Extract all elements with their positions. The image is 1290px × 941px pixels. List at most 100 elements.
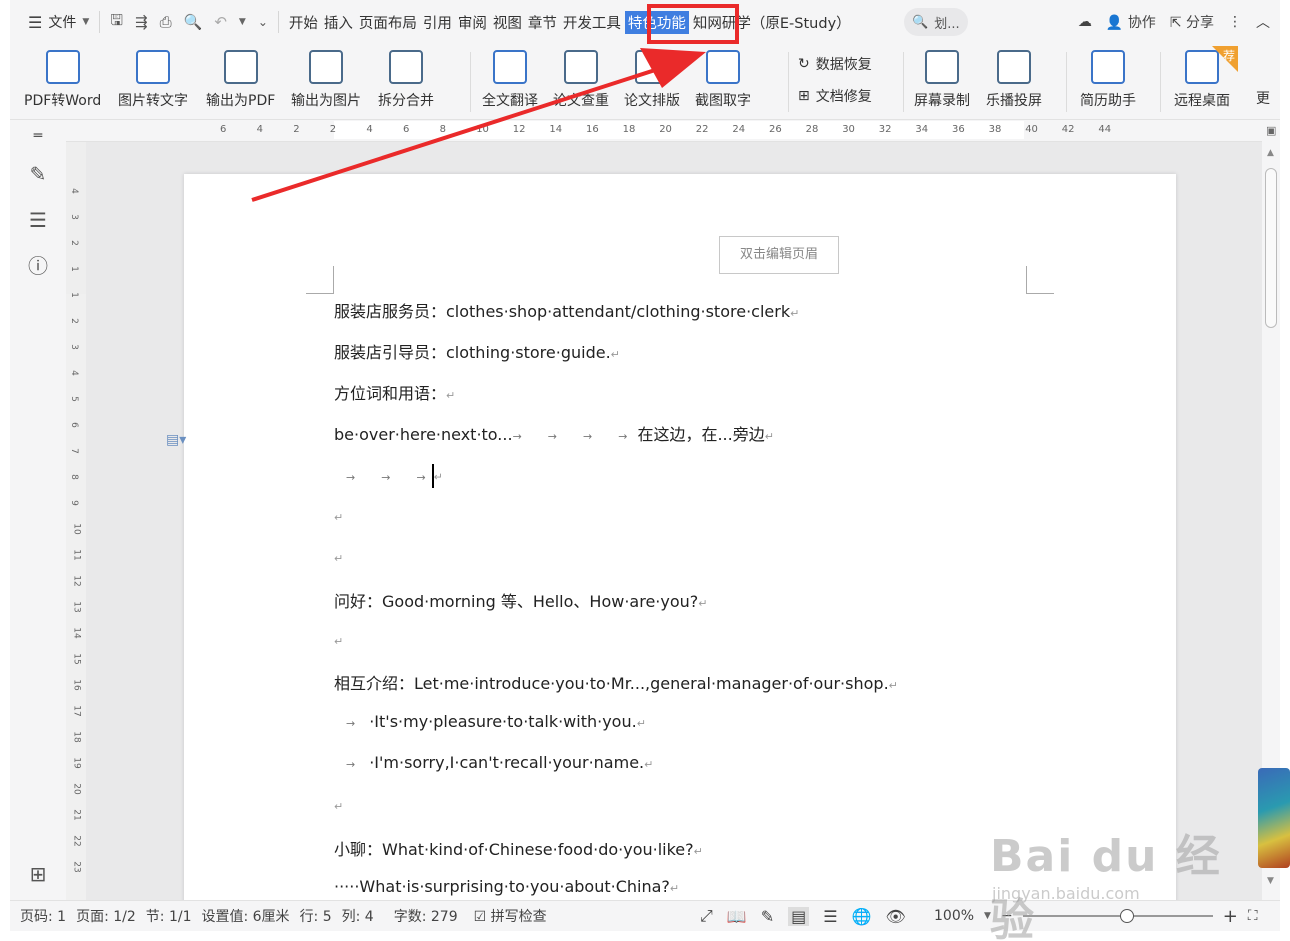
doc-line[interactable]: ·····What·is·surprising·to·you·about·Chi… (334, 877, 679, 896)
setting-value[interactable]: 设置值: 6厘米 (201, 906, 289, 926)
image-to-text-button[interactable]: 图片转文字 (118, 50, 188, 110)
col-info[interactable]: 列: 4 (342, 906, 374, 926)
export-image-label: 输出为图片 (291, 93, 361, 109)
doc-line[interactable]: 服装店服务员：clothes·shop·attendant/clothing·s… (334, 298, 799, 322)
doc-line[interactable]: be·over·here·next·to...→ → → → 在这边，在...旁边↵ (334, 421, 774, 445)
customize-icon[interactable]: ⌄ (258, 15, 268, 29)
help-icon[interactable]: ⓘ (26, 254, 50, 278)
doc-line-current[interactable]: → → → ↵ (346, 464, 443, 488)
horizontal-ruler[interactable]: 6 4 2 2 4 6 8 10 12 14 16 18 20 22 24 26 28 30 32 34 36 38 40 4… (66, 120, 1262, 142)
print-icon[interactable]: ⎙ (160, 13, 172, 31)
paragraph-mark: ↵ (888, 679, 898, 692)
resume-button[interactable]: 简历助手 (1080, 50, 1136, 110)
translate-button[interactable]: 全文翻译 (482, 50, 538, 110)
print-preview-icon[interactable]: 🔍 (184, 13, 203, 31)
split-merge-button[interactable]: 拆分合并 (378, 50, 434, 110)
vertical-ruler[interactable]: 4 3 2 1 1 2 3 4 5 6 7 8 9 10 11 12 13 14 15 16 17 18 19 20 21 22 2… (66, 142, 86, 900)
doc-line[interactable]: ↵ (334, 630, 343, 649)
undo-dropdown-icon[interactable]: ▼ (239, 17, 246, 27)
thesis-format-icon (635, 50, 669, 84)
doc-repair-button[interactable]: ⊞ 文档修复 (798, 86, 872, 106)
scroll-down-icon[interactable]: ▼ (1267, 876, 1274, 886)
tab-6[interactable]: 章节 (526, 12, 559, 33)
page-code[interactable]: 页码: 1 (20, 906, 66, 926)
apps-grid-icon[interactable]: ⊞ (26, 862, 50, 886)
doc-line[interactable]: → ·It's·my·pleasure·to·talk·with·you.↵ (346, 712, 646, 731)
pen-icon[interactable]: ✎ (26, 162, 50, 186)
page-view-icon[interactable]: ▤ (788, 906, 810, 926)
ruler-tick: 2 (293, 124, 300, 135)
thesis-format-button[interactable]: 论文排版 (624, 50, 680, 110)
plagiarism-check-button[interactable]: 论文查重 (553, 50, 609, 110)
doc-line[interactable]: 方位词和用语：↵ (334, 380, 455, 404)
zoom-level[interactable]: 100% (934, 908, 974, 924)
export-pdf-label: 输出为PDF (206, 93, 276, 109)
doc-line[interactable]: → ·I'm·sorry,I·can't·recall·your·name.↵ (346, 753, 653, 772)
edit-header-hint[interactable]: 双击编辑页眉 (719, 236, 839, 274)
doc-line[interactable]: ↵ (334, 506, 343, 525)
screen-record-button[interactable]: 屏幕录制 (914, 50, 970, 110)
section-info[interactable]: 节: 1/1 (146, 906, 192, 926)
ruler-tick: 22 (71, 835, 82, 847)
pdf-to-word-button[interactable]: PDF转Word (24, 50, 101, 110)
tab-5[interactable]: 视图 (491, 12, 524, 33)
tab-2[interactable]: 页面布局 (357, 12, 419, 33)
save-icon[interactable]: 🖫 (110, 10, 123, 35)
doc-line[interactable]: 小聊：What·kind·of·Chinese·food·do·you·like… (334, 836, 703, 860)
undo-icon[interactable]: ↶ (214, 13, 227, 31)
doc-line[interactable]: ↵ (334, 795, 343, 814)
document-page[interactable]: 双击编辑页眉 服装店服务员：clothes·shop·attendant/clo… (184, 174, 1176, 900)
word-count[interactable]: 字数: 279 (394, 906, 458, 926)
export-icon[interactable]: ⇶ (135, 13, 148, 31)
collaborate-button[interactable]: 👤 协作 (1106, 12, 1156, 32)
doc-line-text: 问好：Good·morning 等、Hello、How·are·you? (334, 592, 699, 611)
cloud-sync-icon[interactable]: ☁ (1078, 14, 1092, 30)
more-button[interactable]: 更 (1256, 88, 1270, 108)
remote-desktop-button[interactable]: 远程桌面 (1174, 50, 1230, 110)
ruler-tick: 8 (68, 474, 79, 480)
tab-0[interactable]: 开始 (287, 12, 320, 33)
export-pdf-button[interactable]: 输出为PDF (206, 50, 275, 110)
page-count[interactable]: 页面: 1/2 (76, 906, 136, 926)
fit-window-icon[interactable]: ⛶ (1248, 908, 1258, 924)
outline-view-icon[interactable]: ☰ (823, 907, 837, 926)
tab-7[interactable]: 开发工具 (561, 12, 623, 33)
eye-protection-icon[interactable]: 👁 (886, 907, 906, 926)
cast-button[interactable]: 乐播投屏 (986, 50, 1042, 110)
edit-view-icon[interactable]: ✎ (761, 907, 774, 926)
doc-line[interactable]: 服装店引导员：clothing·store·guide.↵ (334, 339, 620, 363)
collapse-handle-icon[interactable]: ═ (26, 124, 50, 148)
paragraph-format-icon[interactable]: ▤▾ (166, 432, 186, 452)
ruler-toggle-icon[interactable]: ▣ (1266, 124, 1276, 137)
ruler-tick: 9 (68, 500, 79, 506)
settings-sliders-icon[interactable]: ☰ (26, 208, 50, 232)
tab-3[interactable]: 引用 (421, 12, 454, 33)
ribbon-tabs: 开始 插入 页面布局 引用 审阅 视图 章节 开发工具 特色功能 知网研学（原E-Study） (287, 0, 855, 44)
screenshot-text-button[interactable]: 截图取字 (695, 50, 751, 110)
side-thumbnail-image (1258, 768, 1290, 868)
export-image-button[interactable]: 输出为图片 (291, 50, 361, 110)
ruler-tick: 42 (1061, 124, 1075, 135)
collapse-ribbon-icon[interactable]: ︿ (1256, 12, 1270, 32)
tab-4[interactable]: 审阅 (456, 12, 489, 33)
reading-view-icon[interactable]: 📖 (727, 907, 747, 926)
file-menu[interactable]: ☰ 文件 ▼ (10, 0, 99, 44)
ruler-tick: 34 (915, 124, 929, 135)
doc-line-text: ·····What·is·surprising·to·you·about·Chi… (334, 877, 670, 896)
share-button[interactable]: ⇱ 分享 (1170, 12, 1214, 32)
spellcheck-button[interactable]: ☑ 拼写检查 (474, 906, 547, 926)
scroll-up-icon[interactable]: ▲ (1267, 148, 1274, 158)
tab-1[interactable]: 插入 (322, 12, 355, 33)
scroll-thumb[interactable] (1265, 168, 1277, 328)
doc-line[interactable]: 问好：Good·morning 等、Hello、How·are·you?↵ (334, 588, 707, 612)
search-box[interactable]: 🔍 划... (904, 8, 968, 36)
doc-line[interactable]: ↵ (334, 547, 343, 566)
ruler-tick: 15 (71, 653, 82, 665)
document-canvas[interactable]: 双击编辑页眉 服装店服务员：clothes·shop·attendant/clo… (86, 142, 1262, 900)
row-info[interactable]: 行: 5 (300, 906, 332, 926)
doc-line[interactable]: 相互介绍：Let·me·introduce·you·to·Mr...,gener… (334, 670, 898, 694)
data-recovery-button[interactable]: ↻ 数据恢复 (798, 54, 872, 74)
more-icon[interactable]: ⋮ (1228, 14, 1242, 30)
fullscreen-icon[interactable]: ⤢ (700, 906, 713, 926)
web-view-icon[interactable]: 🌐 (852, 907, 872, 926)
